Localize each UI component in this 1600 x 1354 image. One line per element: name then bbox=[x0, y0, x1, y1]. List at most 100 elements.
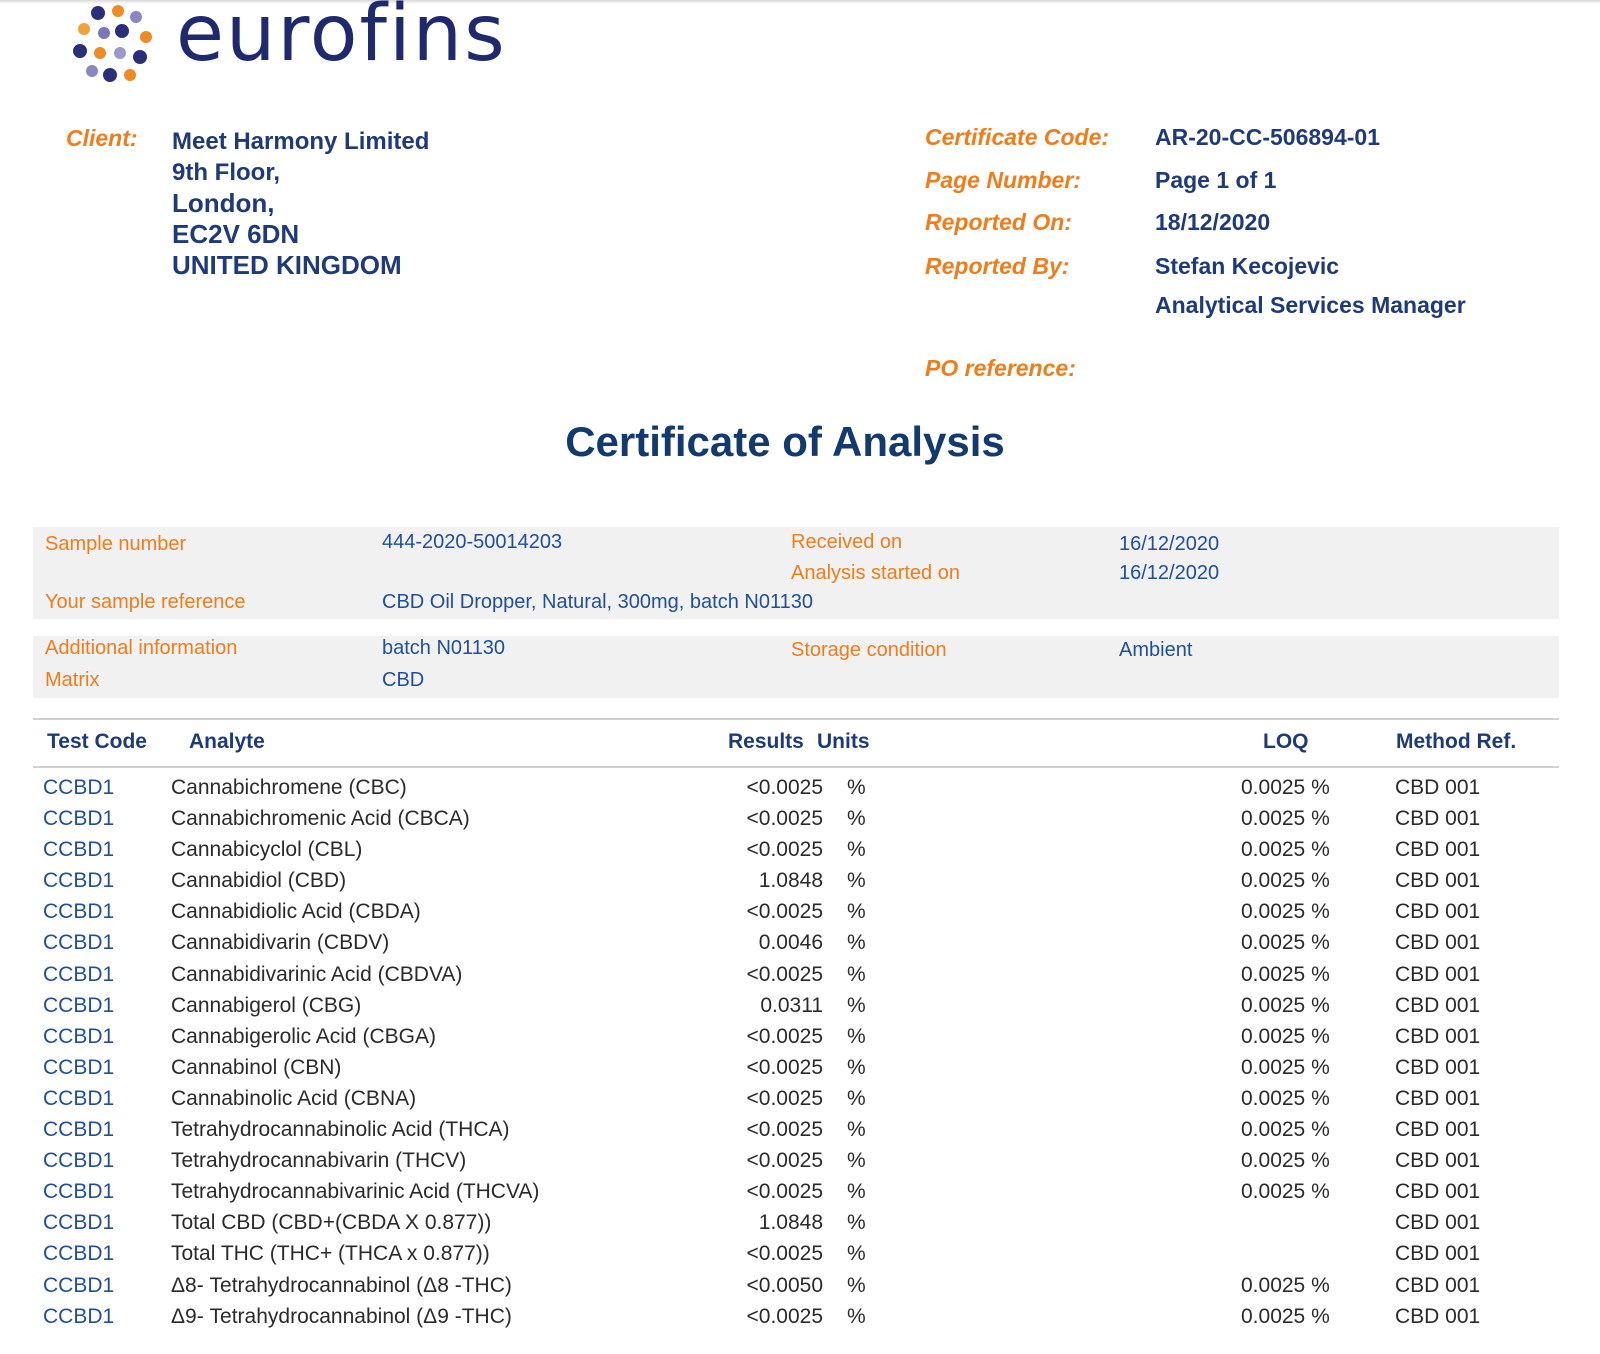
analyte-cell: Total THC (THC+ (THCA x 0.877)) bbox=[171, 1242, 490, 1266]
result-cell: 1.0848 bbox=[758, 1211, 823, 1235]
analyte-cell: Cannabinol (CBN) bbox=[171, 1055, 342, 1079]
document-title: Certificate of Analysis bbox=[565, 418, 1005, 465]
sample-number: 444-2020-50014203 bbox=[382, 531, 563, 553]
table-row: CCBD1 Cannabichromene (CBC) <0.0025 % 0.… bbox=[33, 773, 1559, 804]
certificate-code-label: Certificate Code: bbox=[925, 124, 1110, 150]
analyte-cell: Tetrahydrocannabivarinic Acid (THCVA) bbox=[171, 1180, 540, 1204]
result-cell: <0.0025 bbox=[746, 1149, 824, 1173]
loq-cell: 0.0025 % bbox=[1241, 1180, 1330, 1204]
test-code-cell: CCBD1 bbox=[43, 1242, 115, 1266]
unit-cell: % bbox=[847, 776, 866, 799]
method-cell: CBD 001 bbox=[1395, 993, 1481, 1017]
analyte-cell: Cannabigerolic Acid (CBGA) bbox=[171, 1024, 436, 1048]
test-code-cell: CCBD1 bbox=[43, 1024, 115, 1048]
test-code-cell: CCBD1 bbox=[43, 1086, 115, 1110]
client-address-line: London, bbox=[172, 188, 275, 218]
table-row: CCBD1 Cannabidivarin (CBDV) 0.0046 % 0.0… bbox=[33, 928, 1559, 959]
method-cell: CBD 001 bbox=[1395, 1086, 1481, 1110]
unit-cell: % bbox=[847, 1086, 866, 1110]
storage-condition: Ambient bbox=[1119, 639, 1193, 661]
table-row: CCBD1 Tetrahydrocannabivarinic Acid (THC… bbox=[33, 1177, 1559, 1208]
unit-cell: % bbox=[847, 1149, 866, 1173]
method-cell: CBD 001 bbox=[1395, 1304, 1481, 1328]
result-cell: <0.0025 bbox=[746, 1304, 824, 1328]
method-cell: CBD 001 bbox=[1395, 1149, 1481, 1173]
result-cell: <0.0025 bbox=[746, 1242, 824, 1266]
method-cell: CBD 001 bbox=[1395, 776, 1481, 799]
reported-on-date: 18/12/2020 bbox=[1155, 209, 1271, 235]
table-row: CCBD1 Cannabidivarinic Acid (CBDVA) <0.0… bbox=[33, 960, 1559, 991]
logo-dots-icon bbox=[73, 5, 152, 82]
analyte-cell: Total CBD (CBD+(CBDA X 0.877)) bbox=[171, 1211, 492, 1235]
method-cell: CBD 001 bbox=[1395, 1211, 1481, 1235]
loq-cell: 0.0025 % bbox=[1241, 1024, 1330, 1048]
result-cell: <0.0025 bbox=[746, 838, 824, 862]
additional-info-label: Additional information bbox=[45, 637, 238, 659]
client-address-line: UNITED KINGDOM bbox=[172, 250, 402, 280]
loq-cell: 0.0025 % bbox=[1241, 993, 1330, 1017]
table-row: CCBD1 Δ9- Tetrahydrocannabinol (Δ9 -THC)… bbox=[33, 1302, 1559, 1333]
loq-cell: 0.0025 % bbox=[1241, 1118, 1330, 1142]
result-cell: <0.0025 bbox=[746, 1086, 824, 1110]
test-code-cell: CCBD1 bbox=[43, 1180, 115, 1204]
table-row: CCBD1 Cannabigerol (CBG) 0.0311 % 0.0025… bbox=[33, 991, 1559, 1022]
result-cell: <0.0025 bbox=[746, 1118, 824, 1142]
client-name: Meet Harmony Limited bbox=[172, 128, 430, 155]
result-cell: <0.0050 bbox=[746, 1273, 824, 1297]
page-number-label: Page Number: bbox=[925, 167, 1081, 193]
test-code-cell: CCBD1 bbox=[43, 869, 115, 893]
table-row: CCBD1 Cannabinol (CBN) <0.0025 % 0.0025 … bbox=[33, 1053, 1559, 1084]
table-row: CCBD1 Cannabichromenic Acid (CBCA) <0.00… bbox=[33, 804, 1559, 835]
results-table-body: CCBD1 Cannabichromene (CBC) <0.0025 % 0.… bbox=[33, 773, 1559, 1333]
sample-reference-label: Your sample reference bbox=[45, 591, 246, 613]
analyte-cell: Δ8- Tetrahydrocannabinol (Δ8 -THC) bbox=[171, 1273, 512, 1297]
table-row: CCBD1 Tetrahydrocannabivarin (THCV) <0.0… bbox=[33, 1146, 1559, 1177]
method-cell: CBD 001 bbox=[1395, 1273, 1481, 1297]
analyte-cell: Tetrahydrocannabinolic Acid (THCA) bbox=[171, 1118, 510, 1142]
header-analyte: Analyte bbox=[189, 730, 265, 753]
header-units: Units bbox=[817, 730, 870, 753]
analysis-started-label: Analysis started on bbox=[791, 562, 960, 584]
unit-cell: % bbox=[847, 1024, 866, 1048]
result-cell: <0.0025 bbox=[746, 1055, 824, 1079]
unit-cell: % bbox=[847, 931, 866, 955]
table-row: CCBD1 Cannabidiolic Acid (CBDA) <0.0025 … bbox=[33, 897, 1559, 928]
result-cell: <0.0025 bbox=[746, 807, 824, 831]
analysis-started-date: 16/12/2020 bbox=[1119, 562, 1220, 584]
table-row: CCBD1 Total CBD (CBD+(CBDA X 0.877)) 1.0… bbox=[33, 1208, 1559, 1239]
client-label: Client: bbox=[66, 125, 138, 151]
method-cell: CBD 001 bbox=[1395, 807, 1481, 831]
client-address-line: 9th Floor, bbox=[172, 159, 280, 186]
reported-on-label: Reported On: bbox=[925, 209, 1072, 235]
received-on-date: 16/12/2020 bbox=[1119, 533, 1220, 555]
table-row: CCBD1 Tetrahydrocannabinolic Acid (THCA)… bbox=[33, 1115, 1559, 1146]
method-cell: CBD 001 bbox=[1395, 1118, 1481, 1142]
test-code-cell: CCBD1 bbox=[43, 838, 115, 862]
table-row: CCBD1 Δ8- Tetrahydrocannabinol (Δ8 -THC)… bbox=[33, 1271, 1559, 1302]
unit-cell: % bbox=[847, 1242, 866, 1266]
po-reference-label: PO reference: bbox=[925, 355, 1076, 381]
method-cell: CBD 001 bbox=[1395, 1024, 1481, 1048]
method-cell: CBD 001 bbox=[1395, 1242, 1481, 1266]
loq-cell: 0.0025 % bbox=[1241, 1273, 1330, 1297]
loq-cell: 0.0025 % bbox=[1241, 1055, 1330, 1079]
test-code-cell: CCBD1 bbox=[43, 931, 115, 955]
page-number: Page 1 of 1 bbox=[1155, 167, 1277, 193]
unit-cell: % bbox=[847, 1211, 866, 1235]
matrix-value: CBD bbox=[382, 669, 425, 691]
loq-cell: 0.0025 % bbox=[1241, 838, 1330, 862]
method-cell: CBD 001 bbox=[1395, 869, 1481, 893]
method-cell: CBD 001 bbox=[1395, 1055, 1481, 1079]
unit-cell: % bbox=[847, 1055, 866, 1079]
result-cell: 0.0311 bbox=[760, 993, 823, 1017]
loq-cell: 0.0025 % bbox=[1241, 962, 1330, 986]
additional-info: batch N01130 bbox=[382, 637, 506, 659]
analyte-cell: Tetrahydrocannabivarin (THCV) bbox=[171, 1149, 467, 1173]
method-cell: CBD 001 bbox=[1395, 962, 1481, 986]
analyte-cell: Cannabicyclol (CBL) bbox=[171, 838, 363, 862]
client-address-line: EC2V 6DN bbox=[172, 219, 300, 249]
header-method-ref: Method Ref. bbox=[1396, 730, 1517, 753]
unit-cell: % bbox=[847, 1180, 866, 1204]
received-on-label: Received on bbox=[791, 531, 903, 553]
unit-cell: % bbox=[847, 1118, 866, 1142]
